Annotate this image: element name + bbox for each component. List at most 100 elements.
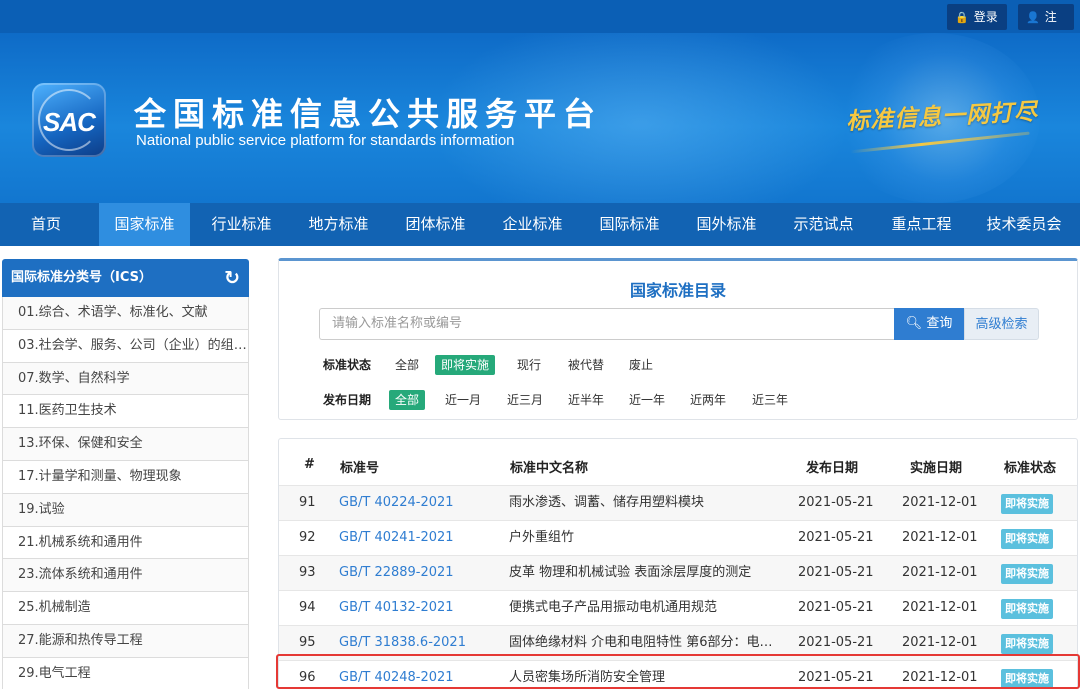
date-option-2y[interactable]: 近两年 bbox=[684, 390, 732, 410]
standard-code-link[interactable]: GB/T 31838.6-2021 bbox=[339, 626, 466, 660]
login-button[interactable]: 🔒 登录 bbox=[947, 4, 1007, 30]
publish-date: 2021-05-21 bbox=[798, 635, 874, 650]
status-option-upcoming[interactable]: 即将实施 bbox=[435, 355, 496, 375]
sidebar-list: 01.综合、术语学、标准化、文献03.社会学、服务、公司（企业）的组织和管理、行… bbox=[2, 297, 249, 689]
login-label: 登录 bbox=[973, 10, 998, 24]
nav-item-enterprise[interactable]: 企业标准 bbox=[490, 203, 575, 246]
cell-num: 91 bbox=[299, 495, 316, 510]
status-badge: 即将实施 bbox=[1001, 599, 1053, 619]
cell-num: 92 bbox=[299, 530, 316, 545]
search-button-label: 查询 bbox=[926, 316, 953, 331]
sidebar-item[interactable]: 13.环保、保健和安全 bbox=[2, 428, 249, 461]
nav-item-pilot[interactable]: 示范试点 bbox=[781, 203, 866, 246]
column-header-status: 标准状态 bbox=[1004, 461, 1057, 476]
table-row[interactable]: 93 GB/T 22889-2021 皮革 物理和机械试验 表面涂层厚度的测定 202… bbox=[279, 555, 1077, 590]
cell-num: 93 bbox=[299, 565, 316, 580]
catalog-panel: 国家标准目录 请输入标准名称或编号 🔍︎ 查询 高级检索 标准状态 全部 即将实… bbox=[278, 258, 1078, 420]
status-badge: 即将实施 bbox=[1001, 529, 1053, 549]
status-option-abolished[interactable]: 废止 bbox=[623, 355, 659, 375]
column-header-name: 标准中文名称 bbox=[510, 461, 589, 476]
site-title: 全国标准信息公共服务平台 bbox=[134, 95, 603, 133]
register-button[interactable]: 👤注册 bbox=[1018, 4, 1074, 51]
date-option-all[interactable]: 全部 bbox=[389, 390, 426, 410]
impl-date: 2021-12-01 bbox=[902, 565, 978, 580]
status-badge: 即将实施 bbox=[1001, 494, 1053, 514]
column-header-publish-date: 发布日期 bbox=[806, 461, 859, 476]
nav-item-committee[interactable]: 技术委员会 bbox=[974, 203, 1074, 246]
impl-date: 2021-12-01 bbox=[902, 495, 978, 510]
refresh-icon[interactable]: ↻ bbox=[224, 259, 240, 297]
impl-date: 2021-12-01 bbox=[902, 530, 978, 545]
table-row[interactable]: 92 GB/T 40241-2021 户外重组竹 2021-05-21 2021-12-… bbox=[279, 520, 1077, 555]
nav-item-national[interactable]: 国家标准 bbox=[99, 203, 190, 246]
main-nav: 首页 国家标准 行业标准 地方标准 团体标准 企业标准 国际标准 国外标准 示范… bbox=[0, 203, 1080, 246]
sidebar-header: 国际标准分类号（ICS） ↻ bbox=[2, 259, 249, 297]
date-option-3y[interactable]: 近三年 bbox=[746, 390, 794, 410]
lock-icon: 🔒 bbox=[955, 11, 969, 24]
status-badge: 即将实施 bbox=[1001, 669, 1053, 688]
site-subtitle: National public service platform for sta… bbox=[136, 132, 515, 149]
impl-date: 2021-12-01 bbox=[902, 635, 978, 650]
date-option-3m[interactable]: 近三月 bbox=[501, 390, 549, 410]
standard-code-link[interactable]: GB/T 40241-2021 bbox=[339, 521, 454, 555]
status-option-current[interactable]: 现行 bbox=[511, 355, 547, 375]
publish-date: 2021-05-21 bbox=[798, 670, 874, 685]
date-option-6m[interactable]: 近半年 bbox=[562, 390, 610, 410]
standard-name: 人员密集场所消防安全管理 bbox=[509, 670, 666, 685]
nav-item-local[interactable]: 地方标准 bbox=[296, 203, 381, 246]
date-option-1y[interactable]: 近一年 bbox=[623, 390, 671, 410]
sac-logo[interactable]: SAC bbox=[32, 83, 106, 157]
sidebar-item[interactable]: 07.数学、自然科学 bbox=[2, 362, 249, 396]
nav-item-home[interactable]: 首页 bbox=[16, 203, 76, 246]
status-filter-label: 标准状态 bbox=[323, 358, 372, 372]
sidebar-item[interactable]: 25.机械制造 bbox=[2, 592, 249, 625]
table-row[interactable]: 91 GB/T 40224-2021 雨水渗透、调蓄、储存用塑料模块 2021-05-… bbox=[279, 485, 1077, 520]
sidebar-item[interactable]: 17.计量学和测量、物理现象 bbox=[2, 460, 249, 494]
table-row[interactable]: 96 GB/T 40248-2021 人员密集场所消防安全管理 2021-05-21 2… bbox=[279, 660, 1077, 688]
standard-code-link[interactable]: GB/T 22889-2021 bbox=[339, 556, 454, 590]
table-row[interactable]: 94 GB/T 40132-2021 便携式电子产品用振动电机通用规范 2021-05… bbox=[279, 590, 1077, 625]
cell-num: 94 bbox=[299, 600, 316, 615]
sidebar-item[interactable]: 11.医药卫生技术 bbox=[2, 395, 249, 429]
publish-date: 2021-05-21 bbox=[798, 530, 874, 545]
search-input[interactable]: 请输入标准名称或编号 bbox=[319, 308, 894, 340]
sidebar-item[interactable]: 23.流体系统和通用件 bbox=[2, 559, 249, 593]
publish-date: 2021-05-21 bbox=[798, 600, 874, 615]
sidebar-item[interactable]: 03.社会学、服务、公司（企业）的组织和管理、行政、运输 bbox=[2, 329, 249, 363]
impl-date: 2021-12-01 bbox=[902, 600, 978, 615]
column-header-impl-date: 实施日期 bbox=[910, 461, 963, 476]
sidebar-title: 国际标准分类号（ICS） bbox=[11, 270, 152, 285]
search-button[interactable]: 🔍︎ 查询 bbox=[894, 308, 964, 340]
logo-text: SAC bbox=[43, 107, 96, 137]
catalog-title: 国家标准目录 bbox=[629, 281, 726, 300]
advanced-search-button[interactable]: 高级检索 bbox=[964, 308, 1039, 340]
table-row[interactable]: 95 GB/T 31838.6-2021 固体绝缘材料 介电和电阻特性 第6部分：电… bbox=[279, 625, 1077, 660]
cell-num: 95 bbox=[299, 635, 316, 650]
sidebar-item[interactable]: 01.综合、术语学、标准化、文献 bbox=[2, 297, 249, 330]
status-badge: 即将实施 bbox=[1001, 564, 1053, 584]
nav-item-international[interactable]: 国际标准 bbox=[587, 203, 672, 246]
ics-sidebar: 国际标准分类号（ICS） ↻ 01.综合、术语学、标准化、文献 03.社会学、服务… bbox=[2, 259, 249, 689]
status-option-all[interactable]: 全部 bbox=[389, 355, 425, 375]
top-bar: 🔒 登录 👤注册 bbox=[0, 0, 1080, 51]
nav-item-industry[interactable]: 行业标准 bbox=[199, 203, 284, 246]
cell-num: 96 bbox=[299, 670, 316, 685]
standard-code-link[interactable]: GB/T 40248-2021 bbox=[339, 661, 454, 688]
sidebar-item[interactable]: 19.试验 bbox=[2, 493, 249, 527]
standard-code-link[interactable]: GB/T 40132-2021 bbox=[339, 591, 454, 625]
search-icon: 🔍︎ bbox=[905, 316, 923, 331]
standard-name: 户外重组竹 bbox=[509, 530, 575, 545]
sidebar-item[interactable]: 21.机械系统和通用件 bbox=[2, 526, 249, 560]
user-icon: 👤 bbox=[1026, 11, 1040, 24]
status-badge: 即将实施 bbox=[1001, 634, 1053, 654]
nav-item-key-projects[interactable]: 重点工程 bbox=[879, 203, 964, 246]
standard-name: 雨水渗透、调蓄、储存用塑料模块 bbox=[509, 495, 705, 510]
status-option-replaced[interactable]: 被代替 bbox=[562, 355, 610, 375]
nav-item-group[interactable]: 团体标准 bbox=[393, 203, 478, 246]
sidebar-item[interactable]: 27.能源和热传导工程 bbox=[2, 624, 249, 658]
nav-item-foreign[interactable]: 国外标准 bbox=[684, 203, 769, 246]
sidebar-item[interactable]: 29.电气工程 bbox=[2, 657, 249, 689]
date-option-1m[interactable]: 近一月 bbox=[439, 390, 487, 410]
standard-code-link[interactable]: GB/T 40224-2021 bbox=[339, 486, 454, 520]
date-filter-label: 发布日期 bbox=[323, 393, 372, 407]
